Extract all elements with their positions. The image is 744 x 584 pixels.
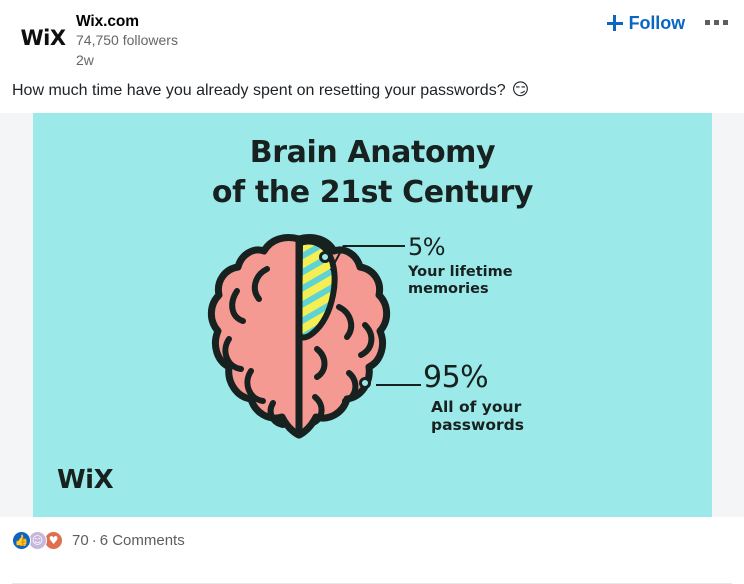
ellipsis-icon-dot xyxy=(705,19,710,25)
ellipsis-icon-dot xyxy=(723,19,728,25)
infographic-title-line1: Brain Anatomy xyxy=(249,135,496,171)
callout-anchor-dot xyxy=(319,251,331,264)
callout-95-desc-line2: passwords xyxy=(431,416,524,435)
plus-icon xyxy=(606,15,623,31)
reactions-group[interactable]: 👍 ☺ ♥ xyxy=(12,531,63,551)
infographic-canvas: Brain Anatomy of the 21st Century 5% You… xyxy=(33,113,712,518)
post-header: WiX Wix.com 74,750 followers 2w Follow xyxy=(0,0,744,72)
callout-anchor-dot xyxy=(359,377,371,390)
callout-95-percent: 95% All of your passwords xyxy=(423,363,524,435)
post-text: How much time have you already spent on … xyxy=(0,72,744,113)
post-text-body: How much time have you already spent on … xyxy=(12,82,506,99)
reaction-count[interactable]: 70 xyxy=(72,532,89,549)
callout-5-percent-value: 5% xyxy=(408,233,446,262)
brain-illustration-icon xyxy=(207,234,391,439)
infographic-title: Brain Anatomy of the 21st Century xyxy=(33,133,712,212)
callout-leader-5 xyxy=(343,245,405,247)
social-counts[interactable]: 70 · 6 Comments xyxy=(72,531,185,550)
author-block: Wix.com 74,750 followers 2w xyxy=(76,10,607,70)
linkedin-post: WiX Wix.com 74,750 followers 2w Follow H… xyxy=(0,0,744,584)
callout-5-percent: 5% Your lifetime memories xyxy=(408,235,513,298)
ellipsis-icon-dot xyxy=(714,19,719,25)
callout-95-desc-line1: All of your xyxy=(431,398,522,417)
like-reaction-icon[interactable]: 👍 xyxy=(12,531,31,551)
callout-5-desc-line2: memories xyxy=(408,281,489,298)
wix-logo-icon: WiX xyxy=(20,25,66,50)
header-actions: Follow xyxy=(606,10,734,33)
callout-leader-95 xyxy=(376,384,421,386)
post-image[interactable]: Brain Anatomy of the 21st Century 5% You… xyxy=(0,113,744,518)
callout-95-percent-desc: All of your passwords xyxy=(431,398,524,435)
author-name[interactable]: Wix.com xyxy=(76,12,607,31)
callout-5-percent-desc: Your lifetime memories xyxy=(408,264,513,298)
count-separator: · xyxy=(91,532,97,550)
comments-count[interactable]: 6 Comments xyxy=(100,532,185,549)
avatar[interactable]: WiX xyxy=(10,10,76,66)
callout-5-desc-line1: Your lifetime xyxy=(408,264,513,281)
more-options-button[interactable] xyxy=(703,14,730,30)
follow-button-label: Follow xyxy=(628,13,685,33)
author-followers: 74,750 followers xyxy=(76,32,178,49)
callout-95-percent-value: 95% xyxy=(423,360,489,396)
post-timestamp: 2w xyxy=(76,51,94,68)
follow-button[interactable]: Follow xyxy=(606,13,685,33)
post-social-footer: 👍 ☺ ♥ 70 · 6 Comments xyxy=(0,517,744,584)
smirk-emoji-icon: 😏 xyxy=(511,80,530,101)
infographic-title-line2: of the 21st Century xyxy=(211,174,534,210)
infographic-wix-watermark: WiX xyxy=(57,465,114,496)
